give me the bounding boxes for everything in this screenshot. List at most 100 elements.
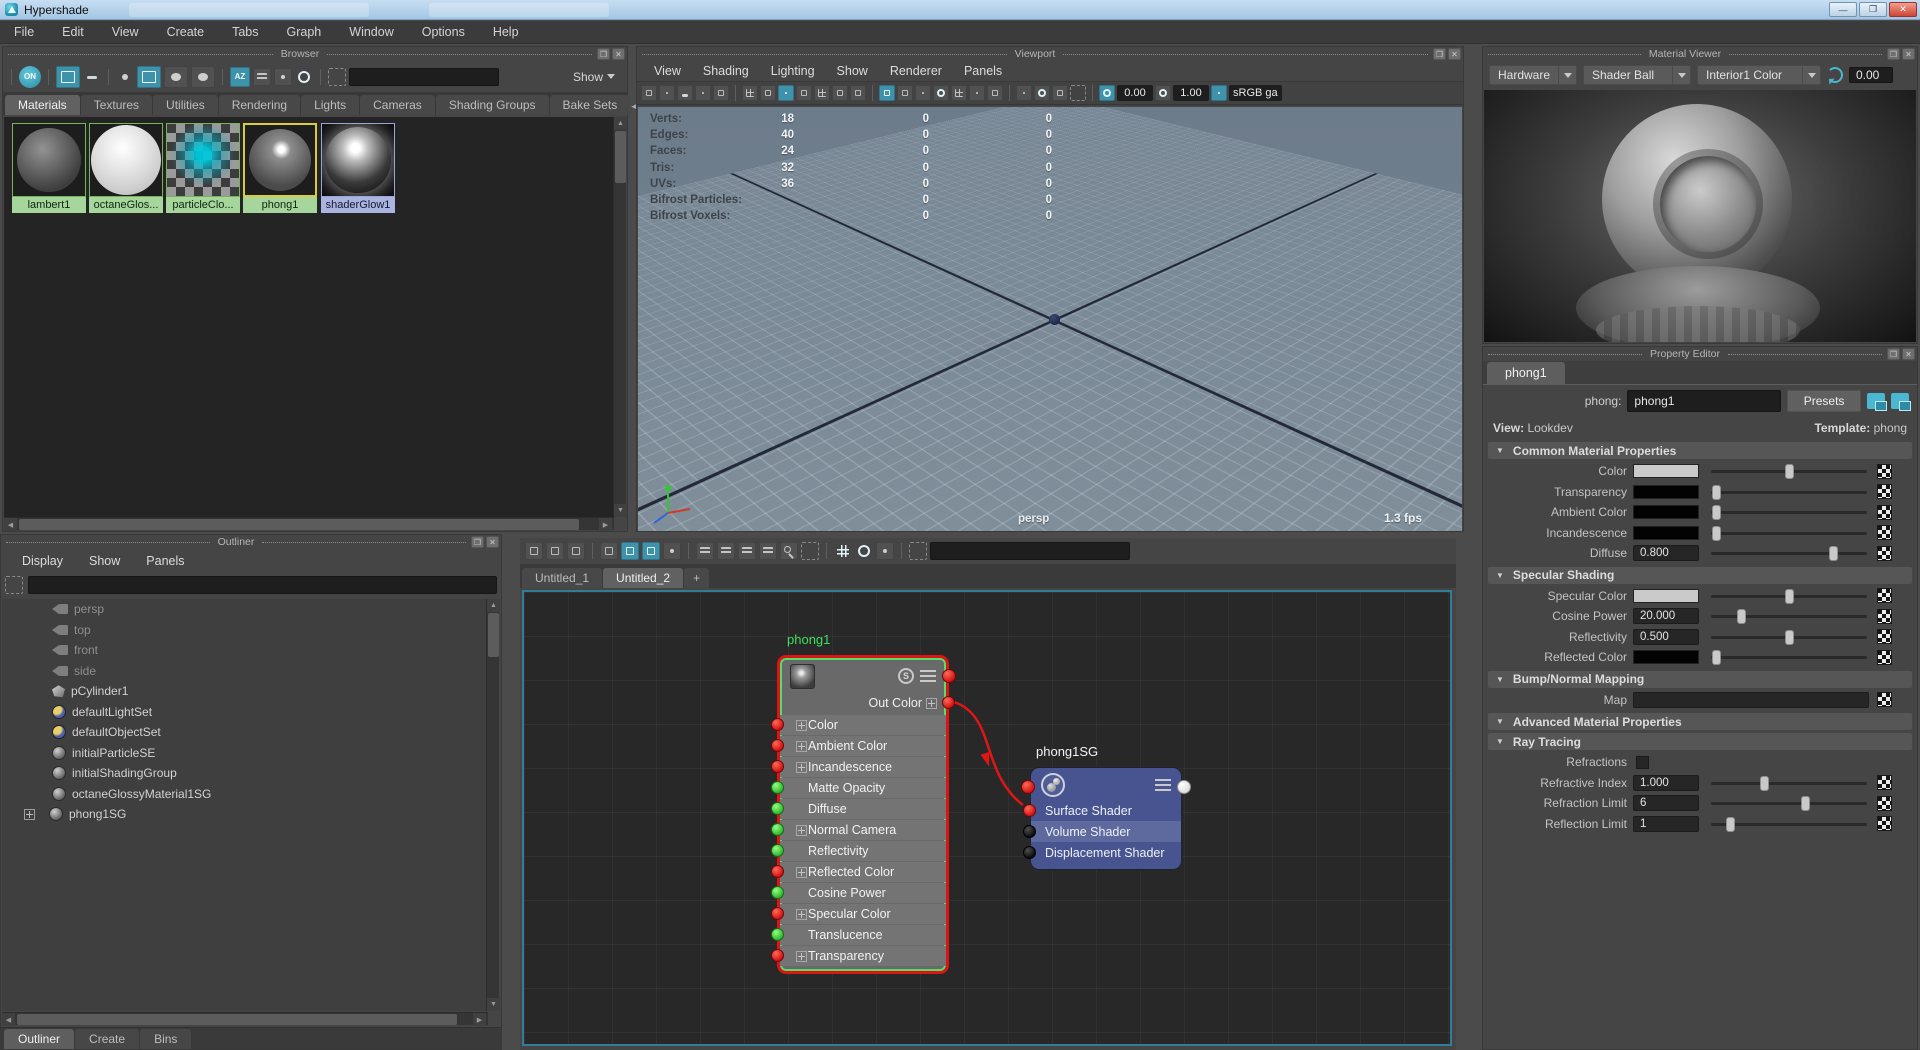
scroll-down-icon[interactable]: ▼: [614, 504, 627, 517]
expand-icon[interactable]: [796, 741, 807, 752]
expand-icon[interactable]: [796, 762, 807, 773]
map-texture-icon[interactable]: [1877, 629, 1892, 644]
sync-icon[interactable]: [876, 542, 894, 560]
minimize-button[interactable]: —: [1829, 2, 1857, 17]
slider-thumb[interactable]: [1737, 609, 1746, 624]
pin-selected-icon[interactable]: [663, 542, 681, 560]
viewport-menu-lighting[interactable]: Lighting: [760, 64, 826, 78]
material-swatch[interactable]: particleClo...: [166, 123, 240, 213]
display-simple-mode-icon[interactable]: [696, 542, 714, 560]
map-texture-icon[interactable]: [1877, 650, 1892, 665]
attr-slider[interactable]: [1711, 491, 1867, 494]
safe-action-icon[interactable]: [832, 85, 848, 101]
ambient-occlusion-icon[interactable]: [969, 85, 985, 101]
node-title-phong1[interactable]: phong1: [787, 632, 830, 647]
float-panel-icon[interactable]: ❒: [1433, 48, 1446, 60]
map-texture-icon[interactable]: [1877, 588, 1892, 603]
menu-view[interactable]: View: [98, 25, 153, 39]
close-button[interactable]: ✕: [1889, 2, 1917, 17]
tab-bake-sets[interactable]: Bake Sets: [550, 95, 631, 115]
input-port[interactable]: [1023, 804, 1036, 817]
display-connected-mode-icon[interactable]: [717, 542, 735, 560]
maximize-button[interactable]: ❒: [1859, 2, 1887, 17]
color-swatch[interactable]: [1633, 650, 1699, 664]
browser-search-input[interactable]: [349, 68, 499, 86]
color-swatch[interactable]: [1633, 464, 1699, 478]
xray-icon[interactable]: [1016, 85, 1032, 101]
section-advanced-material-properties[interactable]: ▼ Advanced Material Properties: [1488, 713, 1912, 730]
attr-row[interactable]: Volume Shader: [1031, 821, 1181, 842]
outliner-menu-display[interactable]: Display: [9, 554, 76, 568]
input-port[interactable]: [771, 928, 784, 941]
medium-swatch-icon[interactable]: [137, 66, 161, 88]
use-default-lighting-icon[interactable]: [915, 85, 931, 101]
input-port[interactable]: [771, 865, 784, 878]
attr-row[interactable]: Translucence: [780, 925, 946, 945]
outliner-item-octaneglossymaterial1sg[interactable]: octaneGlossyMaterial1SG: [2, 784, 488, 805]
greasepencil-icon[interactable]: [1070, 85, 1086, 101]
tab-shading-groups[interactable]: Shading Groups: [436, 95, 549, 115]
add-selected-nodes-icon[interactable]: [600, 542, 618, 560]
show-filter-dropdown[interactable]: Show: [573, 70, 623, 84]
colorspace-dropdown[interactable]: sRGB ga: [1229, 85, 1282, 101]
close-panel-icon[interactable]: ✕: [1448, 48, 1461, 60]
output-port[interactable]: [942, 669, 956, 683]
attr-slider[interactable]: [1711, 802, 1867, 805]
map-texture-icon[interactable]: [1877, 505, 1892, 520]
isolate-select-icon[interactable]: [1052, 85, 1068, 101]
scrollbar-thumb[interactable]: [488, 613, 499, 657]
attr-row[interactable]: Reflectivity: [780, 841, 946, 861]
scroll-up-icon[interactable]: ▲: [487, 599, 500, 612]
large-swatch-icon[interactable]: [164, 66, 188, 88]
outliner-search-input[interactable]: [28, 576, 497, 594]
value-field[interactable]: 1: [1633, 816, 1699, 832]
menu-edit[interactable]: Edit: [48, 25, 98, 39]
attr-row[interactable]: Normal Camera: [780, 820, 946, 840]
scrollbar-thumb[interactable]: [19, 519, 579, 530]
refractions-checkbox[interactable]: [1636, 756, 1649, 769]
map-texture-icon[interactable]: [1877, 775, 1892, 790]
attr-row[interactable]: Matte Opacity: [780, 778, 946, 798]
float-panel-icon[interactable]: ❒: [471, 536, 484, 548]
expand-icon[interactable]: [926, 698, 937, 709]
map-texture-icon[interactable]: [1877, 692, 1892, 707]
display-mode-icon[interactable]: [1155, 779, 1171, 791]
outliner-item-pcylinder1[interactable]: pCylinder1: [2, 681, 488, 702]
close-panel-icon[interactable]: ✕: [1902, 48, 1915, 60]
attr-slider[interactable]: [1711, 636, 1867, 639]
outliner-item-phong1sg[interactable]: phong1SG: [2, 804, 488, 825]
add-to-graph-icon[interactable]: [621, 542, 639, 560]
resolution-gate-icon[interactable]: [778, 85, 794, 101]
image-plane-icon[interactable]: [713, 85, 729, 101]
viewport-menu-show[interactable]: Show: [826, 64, 879, 78]
input-port[interactable]: [771, 823, 784, 836]
outliner-item-side[interactable]: side: [2, 661, 488, 682]
material-swatch[interactable]: shaderGlow1: [321, 123, 395, 213]
attr-row[interactable]: Reflected Color: [780, 862, 946, 882]
film-gate-icon[interactable]: [760, 85, 776, 101]
display-mode-icon[interactable]: [920, 670, 936, 682]
attr-slider[interactable]: [1711, 552, 1867, 555]
phong1-node-header[interactable]: S: [780, 660, 946, 692]
map-texture-icon[interactable]: [1877, 525, 1892, 540]
field-chart-icon[interactable]: [814, 85, 830, 101]
presets-button[interactable]: Presets: [1787, 390, 1862, 412]
outliner-item-top[interactable]: top: [2, 620, 488, 641]
attr-slider[interactable]: [1711, 470, 1867, 473]
input-port[interactable]: [771, 907, 784, 920]
remove-from-graph-icon[interactable]: [642, 542, 660, 560]
scrollbar-thumb[interactable]: [17, 1014, 457, 1025]
select-camera-icon[interactable]: [641, 85, 657, 101]
phong1sg-node-header[interactable]: [1031, 770, 1181, 800]
auto-layout-icon[interactable]: [855, 542, 873, 560]
map-texture-icon[interactable]: [1877, 609, 1892, 624]
input-port[interactable]: [771, 886, 784, 899]
show-in-lookdev-icon[interactable]: [1867, 393, 1885, 409]
phong1-node[interactable]: S Out Color Color Ambient Color Incandes…: [777, 655, 949, 974]
search-icon[interactable]: [780, 542, 798, 560]
display-custom-mode-icon[interactable]: [759, 542, 777, 560]
filters-on-toggle[interactable]: ON: [19, 66, 41, 88]
float-panel-icon[interactable]: ❒: [1887, 348, 1900, 360]
open-in-attribute-editor-icon[interactable]: [1891, 393, 1909, 409]
scroll-down-icon[interactable]: ▼: [487, 998, 500, 1011]
